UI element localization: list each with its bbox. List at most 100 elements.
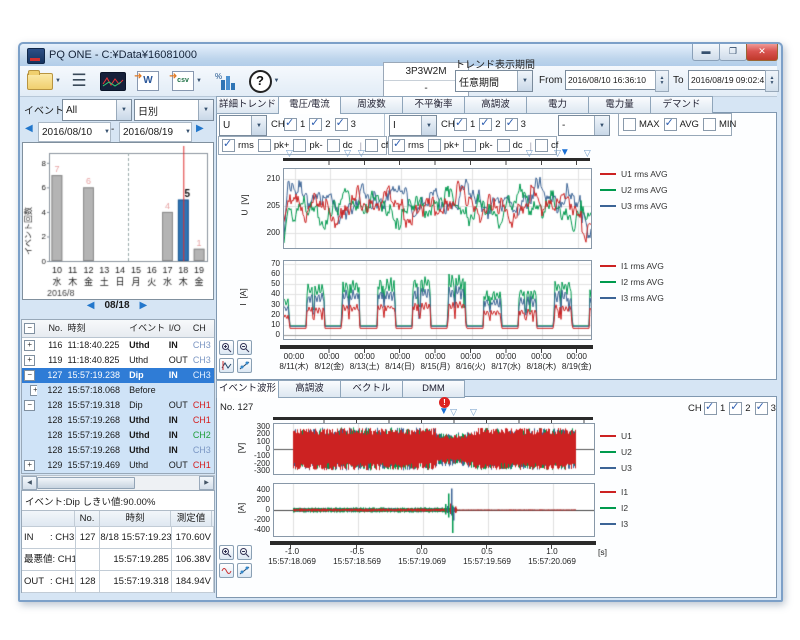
trend-param2-select[interactable]: I▼ — [389, 115, 437, 136]
trend-zoom-in-button[interactable] — [219, 340, 234, 355]
to-spinner[interactable]: ▲▼ — [765, 70, 779, 92]
wave-ch-1[interactable]: 1 — [704, 402, 725, 415]
expander-icon[interactable]: + — [24, 355, 35, 366]
u-ch-1-box[interactable] — [284, 118, 297, 131]
wave-zoom-out-button[interactable] — [237, 545, 252, 560]
scroll-right-arrow[interactable]: ▶ — [199, 476, 214, 490]
trend-cursor-button[interactable] — [219, 358, 234, 373]
row-expander[interactable]: + — [22, 383, 37, 398]
event-row[interactable]: −12815:57:19.318DipOUTCH1 — [22, 398, 214, 413]
event-marker-icon[interactable]: ▽ — [450, 408, 457, 417]
tab-電力量[interactable]: 電力量 — [589, 96, 651, 114]
csv-export-button[interactable]: csv➜▼ — [168, 69, 206, 93]
day-next-arrow[interactable]: ▶ — [140, 300, 148, 311]
date-from-select[interactable]: 2016/08/10▼ — [38, 122, 111, 142]
u-metric-dc-box[interactable] — [327, 139, 340, 152]
event-marker-icon[interactable]: ▽ — [526, 149, 533, 158]
u-metric-pk--box[interactable] — [293, 139, 306, 152]
row-expander[interactable]: + — [22, 338, 37, 353]
from-spinner[interactable]: ▲▼ — [655, 70, 669, 92]
tab-詳細トレンド[interactable]: 詳細トレンド — [216, 96, 279, 114]
i-ch-1[interactable]: 1 — [454, 118, 475, 131]
tab-デマンド[interactable]: デマンド — [651, 96, 713, 114]
trend-param1-select[interactable]: U▼ — [219, 115, 267, 136]
event-row[interactable]: 12815:57:19.268UthdINCH1 — [22, 413, 214, 428]
trend-param3-select[interactable]: -▼ — [558, 115, 610, 136]
horizontal-scrollbar[interactable]: ◀▶ — [21, 475, 215, 491]
open-folder-button[interactable]: ▼ — [26, 69, 62, 93]
u-ch-2-box[interactable] — [309, 118, 322, 131]
i-metric-pk-[interactable]: pk- — [463, 139, 492, 152]
event-marker-icon[interactable]: ▽ — [584, 149, 591, 158]
event-list-button[interactable]: ☰ — [67, 69, 91, 93]
tab-電力[interactable]: 電力 — [527, 96, 589, 114]
chevron-down-icon[interactable]: ▼ — [198, 100, 213, 120]
agg-MIN-box[interactable] — [703, 118, 716, 131]
to-datetime-field[interactable]: 2016/08/19 09:02:41 — [688, 70, 770, 90]
event-marker-icon[interactable]: ▽ — [358, 149, 365, 158]
percent-report-button[interactable]: % — [212, 69, 240, 93]
wave-ch-3-box[interactable] — [755, 402, 768, 415]
expander-icon[interactable]: − — [24, 370, 35, 381]
wave-ch-3[interactable]: 3 — [755, 402, 776, 415]
scrollbar-thumb[interactable] — [37, 477, 135, 489]
i-metric-dc-box[interactable] — [497, 139, 510, 152]
trend-zoom-out-button[interactable] — [237, 340, 252, 355]
u-metric-rms-box[interactable] — [222, 139, 235, 152]
wave-ch-1-box[interactable] — [704, 402, 717, 415]
i-ch-2[interactable]: 2 — [479, 118, 500, 131]
tab-高調波[interactable]: 高調波 — [279, 380, 341, 398]
i-metric-pk+-box[interactable] — [428, 139, 441, 152]
expander-icon[interactable]: + — [24, 340, 35, 351]
i-metric-pk+[interactable]: pk+ — [428, 139, 460, 152]
event-row[interactable]: 12815:57:19.268UthdINCH2 — [22, 428, 214, 443]
event-row[interactable]: +11611:18:40.225UthdINCH3 — [22, 338, 214, 353]
u-metric-pk-[interactable]: pk- — [293, 139, 322, 152]
chevron-down-icon[interactable]: ▼ — [594, 116, 609, 135]
trend-marker-button[interactable] — [237, 358, 252, 373]
i-metric-rms[interactable]: rms — [392, 139, 424, 152]
expander-icon[interactable]: + — [24, 460, 35, 471]
chevron-down-icon[interactable]: ▼ — [104, 129, 110, 135]
word-export-button[interactable]: W➜ — [133, 69, 163, 93]
event-marker-icon[interactable]: ▽ — [344, 149, 351, 158]
tab-DMM[interactable]: DMM — [403, 380, 465, 398]
tab-高調波[interactable]: 高調波 — [465, 96, 527, 114]
selected-event-marker-icon[interactable]: ▼ — [439, 407, 449, 416]
agg-MAX[interactable]: MAX — [623, 118, 660, 131]
u-metric-cf[interactable]: cf — [365, 139, 388, 152]
scroll-left-arrow[interactable]: ◀ — [22, 476, 37, 490]
period-select[interactable]: 任意期間▼ — [455, 70, 533, 92]
u-ch-3[interactable]: 3 — [335, 118, 356, 131]
wave-ch-2-box[interactable] — [729, 402, 742, 415]
day-prev-arrow[interactable]: ◀ — [87, 300, 95, 311]
waveform-viewer-button[interactable] — [98, 69, 128, 93]
event-row[interactable]: −12715:57:19.238DipINCH3 — [22, 368, 214, 383]
chevron-down-icon[interactable]: ▼ — [251, 116, 266, 135]
tab-電圧/電流[interactable]: 電圧/電流 — [279, 96, 341, 114]
i-ch-3[interactable]: 3 — [505, 118, 526, 131]
tab-イベント波形[interactable]: イベント波形 — [216, 380, 279, 398]
row-expander[interactable]: − — [22, 398, 37, 413]
row-expander[interactable]: + — [22, 458, 37, 473]
u-metric-cf-box[interactable] — [365, 139, 378, 152]
row-expander[interactable] — [22, 428, 37, 443]
chevron-down-icon[interactable]: ▼ — [517, 71, 532, 91]
wave-marker-button[interactable] — [237, 563, 252, 578]
from-datetime-field[interactable]: 2016/08/10 16:36:10 — [565, 70, 659, 90]
i-metric-cf-box[interactable] — [535, 139, 548, 152]
date-next-arrow[interactable]: ▶ — [196, 123, 204, 134]
wave-cursor-button[interactable] — [219, 563, 234, 578]
date-to-select[interactable]: 2016/08/19▼ — [119, 122, 192, 142]
row-expander[interactable]: + — [22, 353, 37, 368]
tab-不平衡率[interactable]: 不平衡率 — [403, 96, 465, 114]
selected-event-marker-icon[interactable]: ▼ — [560, 148, 570, 157]
i-metric-dc[interactable]: dc — [497, 139, 523, 152]
agg-AVG-box[interactable] — [664, 118, 677, 131]
event-filter-select[interactable]: All▼ — [62, 99, 132, 121]
wave-ch-2[interactable]: 2 — [729, 402, 750, 415]
agg-MIN[interactable]: MIN — [703, 118, 736, 131]
i-ch-2-box[interactable] — [479, 118, 492, 131]
chevron-down-icon[interactable]: ▼ — [421, 116, 436, 135]
tab-周波数[interactable]: 周波数 — [341, 96, 403, 114]
